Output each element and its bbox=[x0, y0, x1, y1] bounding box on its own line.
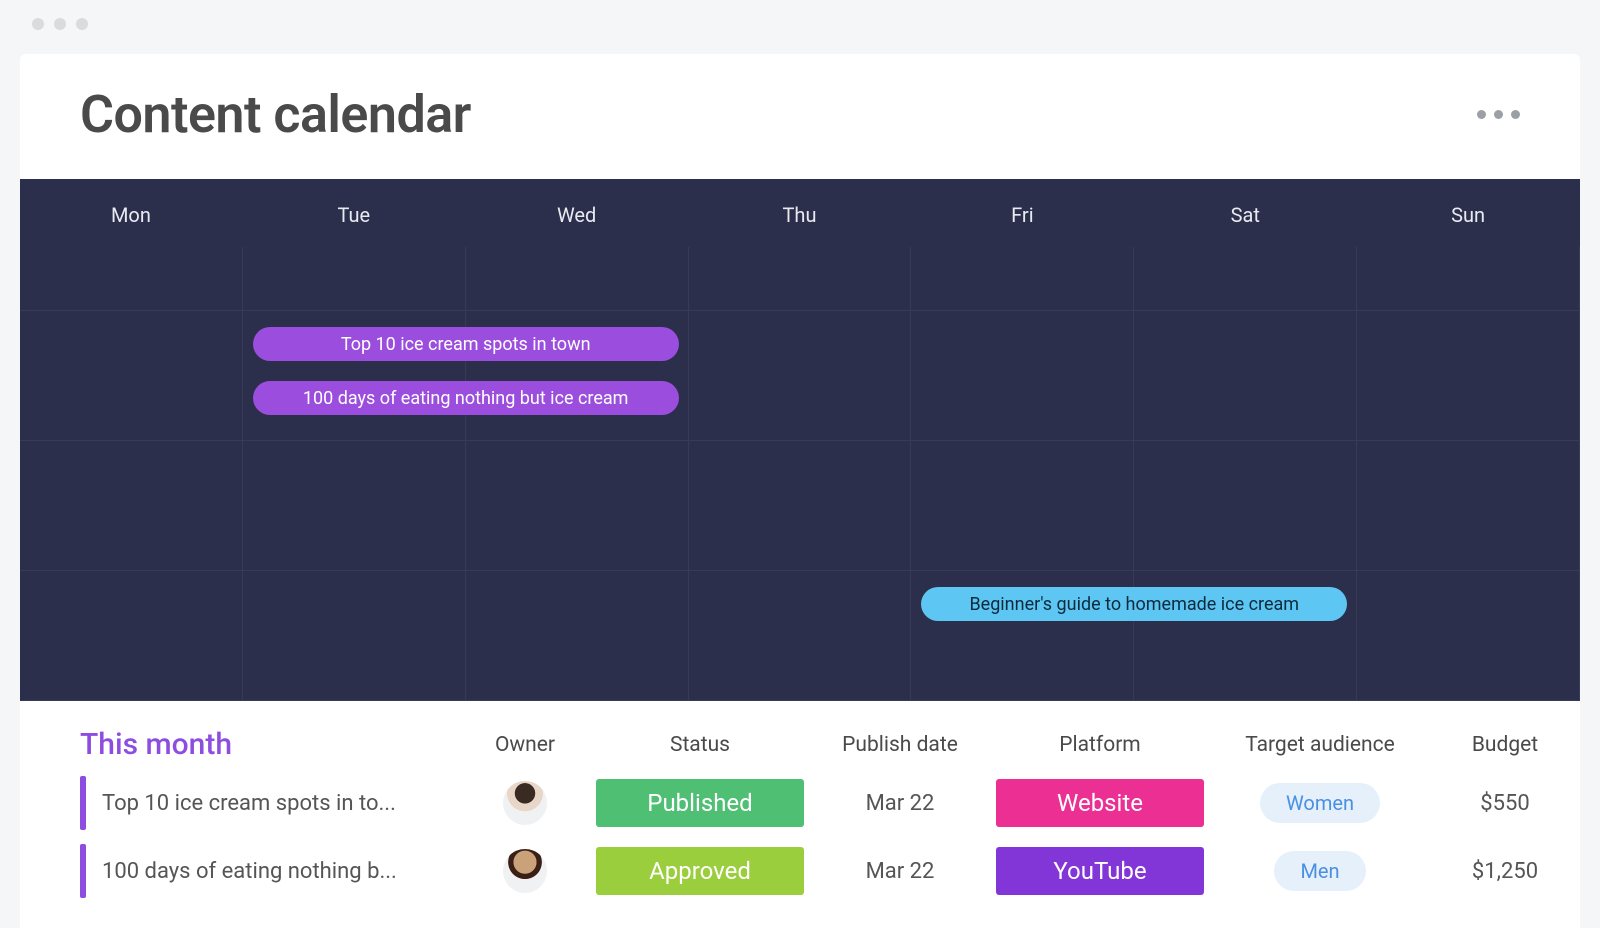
calendar-cell[interactable] bbox=[466, 571, 689, 701]
calendar-cell[interactable] bbox=[243, 247, 466, 311]
calendar-event[interactable]: Beginner's guide to homemade ice cream bbox=[921, 587, 1347, 621]
calendar-cell[interactable] bbox=[1134, 247, 1357, 311]
calendar-cell[interactable] bbox=[911, 311, 1134, 441]
task-name[interactable]: 100 days of eating nothing b... bbox=[102, 859, 397, 884]
table-row[interactable]: Top 10 ice cream spots in to... Publishe… bbox=[80, 776, 1520, 830]
table-row[interactable]: 100 days of eating nothing b... Approved… bbox=[80, 844, 1520, 898]
calendar-cell[interactable] bbox=[1357, 441, 1580, 571]
calendar-cell[interactable] bbox=[911, 441, 1134, 571]
platform-badge[interactable]: YouTube bbox=[996, 847, 1204, 895]
calendar-cell[interactable] bbox=[466, 247, 689, 311]
page-title: Content calendar bbox=[80, 84, 471, 145]
calendar-cell[interactable] bbox=[689, 441, 912, 571]
owner-avatar[interactable] bbox=[503, 781, 547, 825]
weekday-header: Tue bbox=[243, 179, 466, 247]
calendar-event[interactable]: 100 days of eating nothing but ice cream bbox=[253, 381, 679, 415]
budget-value[interactable]: $550 bbox=[1430, 791, 1580, 816]
audience-chip[interactable]: Women bbox=[1260, 783, 1380, 823]
calendar-cell[interactable] bbox=[689, 311, 912, 441]
calendar-cell[interactable] bbox=[20, 441, 243, 571]
calendar-event[interactable]: Top 10 ice cream spots in town bbox=[253, 327, 679, 361]
status-badge[interactable]: Published bbox=[596, 779, 804, 827]
weekday-header: Wed bbox=[466, 179, 689, 247]
platform-badge[interactable]: Website bbox=[996, 779, 1204, 827]
calendar-cell[interactable] bbox=[1134, 441, 1357, 571]
row-color-bar bbox=[80, 844, 86, 898]
calendar-cell[interactable] bbox=[689, 247, 912, 311]
calendar-cell[interactable] bbox=[1357, 247, 1580, 311]
task-name[interactable]: Top 10 ice cream spots in to... bbox=[102, 791, 396, 816]
column-header-budget[interactable]: Budget bbox=[1430, 733, 1580, 757]
calendar-cell[interactable] bbox=[243, 441, 466, 571]
publish-date[interactable]: Mar 22 bbox=[810, 791, 990, 816]
owner-avatar[interactable] bbox=[503, 849, 547, 893]
row-color-bar bbox=[80, 776, 86, 830]
calendar-cell[interactable] bbox=[689, 571, 912, 701]
calendar-cell[interactable] bbox=[243, 571, 466, 701]
section-title-this-month: This month bbox=[80, 727, 460, 762]
weekday-header: Fri bbox=[911, 179, 1134, 247]
weekday-header: Thu bbox=[689, 179, 912, 247]
budget-value[interactable]: $1,250 bbox=[1430, 859, 1580, 884]
audience-chip[interactable]: Men bbox=[1274, 851, 1365, 891]
calendar-cell[interactable] bbox=[911, 247, 1134, 311]
column-header-audience[interactable]: Target audience bbox=[1210, 733, 1430, 757]
window-traffic-lights bbox=[32, 18, 88, 30]
calendar: MonTueWedThuFriSatSun Top 10 ice cream s… bbox=[20, 179, 1580, 701]
column-header-owner[interactable]: Owner bbox=[460, 733, 590, 757]
column-header-publish[interactable]: Publish date bbox=[810, 733, 990, 757]
calendar-cell[interactable] bbox=[1357, 311, 1580, 441]
calendar-cell[interactable] bbox=[20, 247, 243, 311]
calendar-cell[interactable] bbox=[1357, 571, 1580, 701]
calendar-cell[interactable] bbox=[20, 311, 243, 441]
calendar-cell[interactable] bbox=[1134, 311, 1357, 441]
column-header-platform[interactable]: Platform bbox=[990, 733, 1210, 757]
column-header-status[interactable]: Status bbox=[590, 733, 810, 757]
weekday-header: Sat bbox=[1134, 179, 1357, 247]
weekday-header: Sun bbox=[1357, 179, 1580, 247]
status-badge[interactable]: Approved bbox=[596, 847, 804, 895]
publish-date[interactable]: Mar 22 bbox=[810, 859, 990, 884]
more-menu-button[interactable] bbox=[1477, 110, 1520, 119]
weekday-header: Mon bbox=[20, 179, 243, 247]
calendar-cell[interactable] bbox=[466, 441, 689, 571]
calendar-cell[interactable] bbox=[20, 571, 243, 701]
